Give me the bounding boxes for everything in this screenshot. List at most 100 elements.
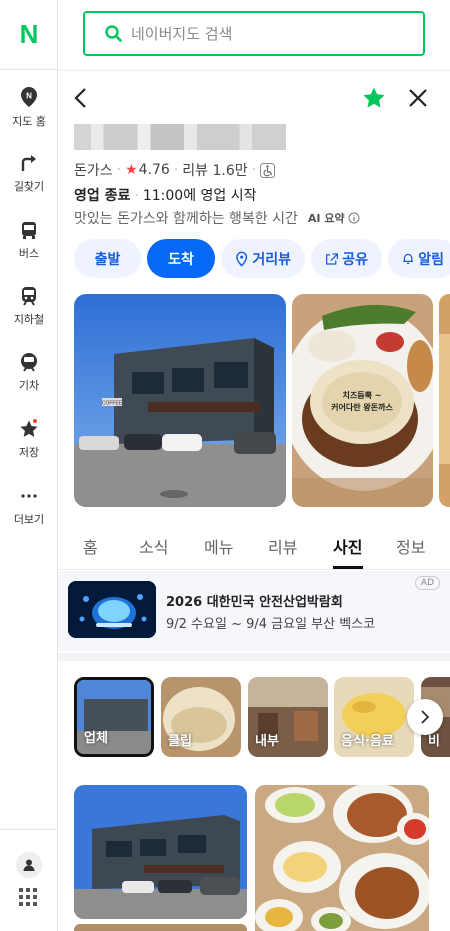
sidebar: N N 지도 홈 길찾기 버스 지하철 기차 저장 더보기 xyxy=(0,0,58,931)
info-icon xyxy=(348,212,360,224)
alert-label: 알림 xyxy=(418,250,444,267)
ad-thumbnail xyxy=(68,581,156,638)
arrive-button[interactable]: 도착 xyxy=(147,239,215,278)
sidebar-item-subway[interactable]: 지하철 xyxy=(0,286,58,346)
search-icon xyxy=(105,25,122,42)
share-button[interactable]: 공유 xyxy=(311,239,382,278)
ad-banner[interactable]: 2026 대한민국 안전산업박람회 9/2 수요일 ~ 9/4 금요일 부산 벡… xyxy=(58,571,450,651)
category-label: 클립 xyxy=(168,734,192,749)
chevron-left-icon xyxy=(74,88,86,108)
category-label: 내부 xyxy=(255,734,279,749)
back-button[interactable] xyxy=(66,84,94,112)
chevron-right-icon xyxy=(421,710,430,724)
logo-text: N xyxy=(19,19,39,49)
gallery-image xyxy=(74,785,247,919)
new-badge-dot xyxy=(33,419,37,423)
sidebar-item-label: 기차 xyxy=(18,379,40,392)
search-input[interactable] xyxy=(131,24,401,43)
location-pin-icon xyxy=(236,251,248,267)
sidebar-item-label: 지도 홈 xyxy=(12,115,46,128)
review-count[interactable]: 리뷰 1.6만 xyxy=(182,160,247,180)
naver-logo[interactable]: N xyxy=(0,0,58,70)
map-pin-icon: N xyxy=(21,87,37,107)
directions-icon xyxy=(21,155,36,171)
favorite-button[interactable] xyxy=(360,84,388,112)
arrive-label: 도착 xyxy=(168,250,194,267)
separator-dot: · xyxy=(134,188,139,204)
active-tab-indicator xyxy=(333,566,363,569)
place-name-blurred xyxy=(74,124,286,150)
share-label: 공유 xyxy=(342,250,368,267)
bell-icon xyxy=(403,253,414,265)
building-photo[interactable]: COFFEE xyxy=(74,294,286,507)
tab-news[interactable]: 소식 xyxy=(139,534,168,558)
tab-info[interactable]: 정보 xyxy=(396,534,425,558)
food-photo[interactable]: 치즈듬뿍 ~ 커어다란 왕돈까스 xyxy=(292,294,433,507)
sidebar-item-bus[interactable]: 버스 xyxy=(0,220,58,280)
ad-subtitle: 9/2 수요일 ~ 9/4 금요일 부산 벡스코 xyxy=(166,617,376,632)
tab-menu[interactable]: 메뉴 xyxy=(204,534,233,558)
separator-dot: · xyxy=(173,162,179,178)
sidebar-item-train[interactable]: 기차 xyxy=(0,352,58,412)
category-interior[interactable]: 내부 xyxy=(248,677,328,757)
gallery-image xyxy=(255,785,429,931)
alert-button[interactable]: 알림 xyxy=(388,239,450,278)
train-icon xyxy=(21,353,37,372)
sidebar-item-label: 더보기 xyxy=(13,513,45,526)
close-icon xyxy=(409,89,427,107)
sidebar-item-map-home[interactable]: N 지도 홈 xyxy=(0,86,58,146)
close-button[interactable] xyxy=(404,84,432,112)
status-closed: 영업 종료 xyxy=(74,188,131,204)
description-text: 맛있는 돈가스와 함께하는 행복한 시간 xyxy=(74,211,298,227)
ad-badge: AD xyxy=(414,576,440,590)
gallery-photo-partial[interactable] xyxy=(74,924,247,931)
separator-dot: · xyxy=(116,162,122,178)
tab-photos[interactable]: 사진 xyxy=(333,534,362,558)
section-separator xyxy=(58,653,450,661)
sidebar-item-label: 길찾기 xyxy=(13,180,45,193)
opening-hours: 11:00에 영업 시작 xyxy=(142,188,257,204)
ad-image xyxy=(68,581,156,638)
grid-icon xyxy=(19,888,37,906)
sidebar-item-saved[interactable]: 저장 xyxy=(0,419,58,479)
sidebar-item-directions[interactable]: 길찾기 xyxy=(0,153,58,213)
category-food-drink[interactable]: 음식·음료 xyxy=(334,677,414,757)
street-view-button[interactable]: 거리뷰 xyxy=(221,239,305,278)
category-business[interactable]: 업체 xyxy=(74,677,154,757)
ai-summary-label: AI 요약 xyxy=(307,212,345,225)
food-caption-1: 치즈듬뿍 ~ xyxy=(343,390,382,400)
bus-icon xyxy=(22,222,36,239)
action-buttons: 출발 도착 거리뷰 공유 알림 xyxy=(74,239,450,279)
wheelchair-icon xyxy=(260,162,276,178)
category-clip[interactable]: 클립 xyxy=(161,677,241,757)
more-icon xyxy=(21,494,37,498)
business-status: 영업 종료 · 11:00에 영업 시작 xyxy=(74,185,257,205)
category-next-button[interactable] xyxy=(407,699,443,735)
profile-button[interactable] xyxy=(16,852,42,878)
gallery-photo-food[interactable] xyxy=(255,785,429,931)
share-icon xyxy=(326,252,339,265)
tab-bar: 홈 소식 메뉴 리뷰 사진 정보 xyxy=(58,530,450,570)
tab-review[interactable]: 리뷰 xyxy=(268,534,297,558)
food-caption-2: 커어다란 왕돈까스 xyxy=(331,402,393,412)
user-icon xyxy=(23,859,35,871)
depart-button[interactable]: 출발 xyxy=(74,239,141,278)
sidebar-bottom xyxy=(0,829,58,931)
sidebar-item-label: 지하철 xyxy=(13,313,45,326)
rating-star-icon: ★ xyxy=(125,162,138,178)
place-description: 맛있는 돈가스와 함께하는 행복한 시간 AI 요약 xyxy=(74,208,360,228)
sidebar-item-more[interactable]: 더보기 xyxy=(0,486,58,546)
gallery-photo-building[interactable] xyxy=(74,785,247,919)
tab-home[interactable]: 홈 xyxy=(83,534,98,558)
depart-label: 출발 xyxy=(94,250,121,267)
subway-icon xyxy=(22,287,36,306)
svg-text:N: N xyxy=(26,92,32,101)
apps-grid-button[interactable] xyxy=(19,888,37,910)
place-category: 돈가스 xyxy=(74,163,113,179)
search-bar[interactable] xyxy=(83,11,425,56)
ai-summary-badge[interactable]: AI 요약 xyxy=(308,210,360,226)
food-image xyxy=(439,294,450,507)
place-rating: 4.76 xyxy=(138,162,170,178)
category-label: 업체 xyxy=(84,731,108,746)
food-photo-partial[interactable] xyxy=(439,294,450,507)
